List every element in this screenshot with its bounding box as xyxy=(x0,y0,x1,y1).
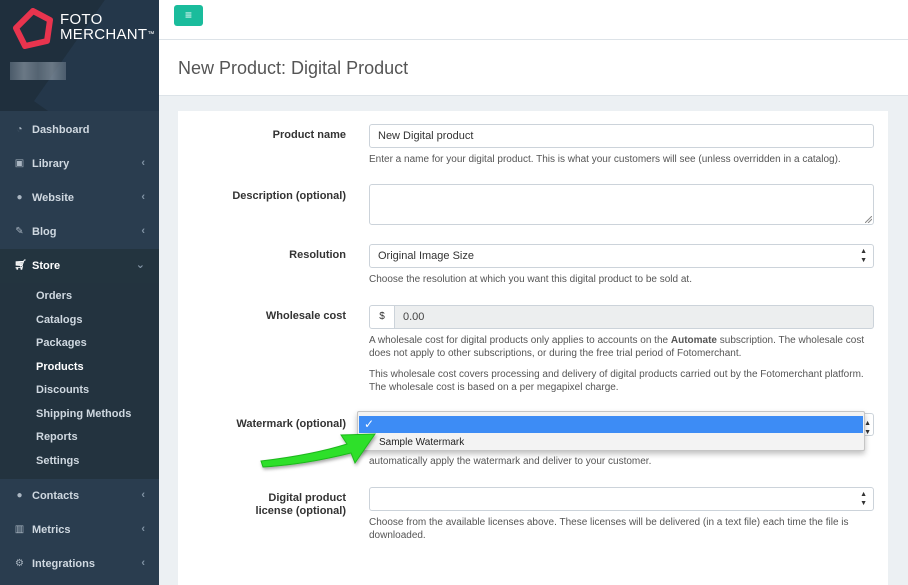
menu-toggle-button[interactable]: ≡ xyxy=(174,5,203,26)
sidebar-item-integrations[interactable]: ⚙ Integrations ‹ xyxy=(0,547,159,581)
submenu-item-shipping-methods[interactable]: Shipping Methods xyxy=(36,408,131,420)
sidebar-item-label: Store xyxy=(32,260,61,272)
edit-icon: ✎ xyxy=(15,226,24,237)
top-bar: ≡ xyxy=(159,0,908,40)
brand-line2: MERCHANT xyxy=(60,26,148,43)
automate-plan-name: Automate xyxy=(670,335,717,346)
page-header: New Product: Digital Product xyxy=(159,40,908,96)
sidebar-item-label: Metrics xyxy=(32,524,71,536)
brand-name[interactable]: FOTO MERCHANT™ xyxy=(60,12,155,42)
select-arrows-icon: ▲ ▼ xyxy=(860,491,867,507)
sidebar-item-label: Website xyxy=(32,192,74,204)
description-label: Description (optional) xyxy=(232,190,346,202)
sidebar-item-store[interactable]: 🛒︎ Store ⌄ xyxy=(0,249,159,283)
cart-icon: 🛒︎ xyxy=(14,260,27,271)
sidebar-item-library[interactable]: ▣ Library ‹ xyxy=(0,147,159,181)
resolution-help: Choose the resolution at which you want … xyxy=(369,274,692,285)
license-select[interactable]: ▲ ▼ xyxy=(369,487,874,511)
resize-handle-icon[interactable] xyxy=(865,216,872,223)
chevron-left-icon: ‹ xyxy=(141,225,145,237)
sidebar-header: FOTO MERCHANT™ xyxy=(0,0,159,111)
page-title: New Product: Digital Product xyxy=(178,58,409,78)
resolution-select[interactable]: Original Image Size ▲ ▼ xyxy=(369,244,874,268)
wholesale-cost-label: Wholesale cost xyxy=(265,310,346,322)
user-avatar-blurred xyxy=(10,62,66,80)
submenu-item-catalogs[interactable]: Catalogs xyxy=(36,314,82,326)
chevron-left-icon: ‹ xyxy=(141,523,145,535)
submenu-item-reports[interactable]: Reports xyxy=(36,431,78,443)
resolution-selected-value: Original Image Size xyxy=(378,250,474,262)
submenu-item-discounts[interactable]: Discounts xyxy=(36,384,89,396)
submenu-item-packages[interactable]: Packages xyxy=(36,337,87,349)
sidebar-item-label: Integrations xyxy=(32,558,95,570)
globe-icon: ● xyxy=(16,192,23,203)
currency-addon: $ xyxy=(369,305,395,329)
sidebar-item-metrics[interactable]: ▥ Metrics ‹ xyxy=(0,513,159,547)
chevron-left-icon: ‹ xyxy=(141,157,145,169)
watermark-help: automatically apply the watermark and de… xyxy=(369,456,652,467)
sidebar-item-label: Blog xyxy=(32,226,57,238)
chevron-left-icon: ‹ xyxy=(141,489,145,501)
chevron-left-icon: ‹ xyxy=(141,191,145,203)
license-help: Choose from the available licenses above… xyxy=(369,517,849,541)
wholesale-cost-help-1: A wholesale cost for digital products on… xyxy=(369,335,865,359)
license-label: Digital product license (optional) xyxy=(255,492,346,517)
store-submenu: Orders Catalogs Packages Products Discou… xyxy=(0,283,159,479)
dashboard-icon: ◔ xyxy=(16,124,23,135)
sidebar-item-label: Library xyxy=(32,158,70,170)
chevron-down-icon: ⌄ xyxy=(135,259,145,271)
sidebar-item-dashboard[interactable]: ◔ Dashboard xyxy=(0,113,159,147)
watermark-option-sample[interactable]: Sample Watermark xyxy=(379,436,464,449)
sidebar-item-blog[interactable]: ✎ Blog ‹ xyxy=(0,215,159,249)
user-icon: ● xyxy=(16,490,23,501)
submenu-item-settings[interactable]: Settings xyxy=(36,455,79,467)
gear-icon: ⚙ xyxy=(15,558,24,569)
bar-chart-icon: ▥ xyxy=(14,524,25,535)
wholesale-cost-help-2: This wholesale cost covers processing an… xyxy=(369,369,864,393)
sidebar-item-contacts[interactable]: ● Contacts ‹ xyxy=(0,479,159,513)
product-name-help: Enter a name for your digital product. T… xyxy=(369,154,841,165)
watermark-option-none[interactable]: ✓ xyxy=(359,416,863,433)
sidebar-item-website[interactable]: ● Website ‹ xyxy=(0,181,159,215)
chevron-left-icon: ‹ xyxy=(141,557,145,569)
select-arrows-icon: ▲ ▼ xyxy=(860,248,867,264)
product-name-input[interactable]: New Digital product xyxy=(369,124,874,148)
watermark-dropdown: ✓ Sample Watermark xyxy=(357,411,865,451)
select-arrows-icon: ▲ ▼ xyxy=(864,420,871,436)
brand-logo-icon[interactable] xyxy=(12,8,54,50)
sidebar-item-label: Contacts xyxy=(32,490,80,502)
brand-line1: FOTO xyxy=(60,11,103,28)
wholesale-cost-input: 0.00 xyxy=(394,305,874,329)
sidebar-item-label: Dashboard xyxy=(32,124,90,136)
product-name-label: Product name xyxy=(272,129,346,141)
submenu-item-orders[interactable]: Orders xyxy=(36,290,72,302)
sidebar: FOTO MERCHANT™ ◔ Dashboard ▣ Library ‹ ●… xyxy=(0,0,159,585)
resolution-label: Resolution xyxy=(289,249,346,261)
image-icon: ▣ xyxy=(14,158,25,169)
annotation-arrow-icon xyxy=(260,433,376,468)
submenu-item-products[interactable]: Products xyxy=(36,361,84,373)
brand-tm: ™ xyxy=(147,31,155,38)
description-textarea[interactable] xyxy=(369,184,874,225)
